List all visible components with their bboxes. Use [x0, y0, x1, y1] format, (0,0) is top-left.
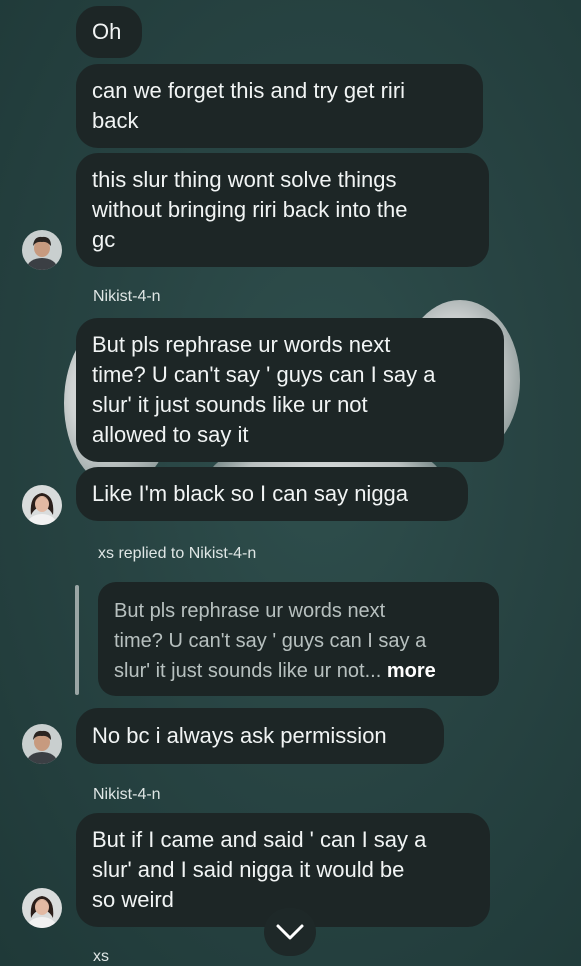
message-text: time? U can't say ' guys can I say a [92, 362, 436, 387]
user-avatar[interactable] [22, 485, 62, 525]
message-bubble[interactable]: Like I'm black so I can say nigga [76, 467, 468, 521]
scroll-to-bottom-button[interactable] [264, 908, 316, 956]
message-text: allowed to say it [92, 422, 249, 447]
quote-bar [75, 585, 79, 695]
message-text: without bringing riri back into the [92, 197, 408, 222]
sender-name: Nikist-4-n [93, 786, 161, 803]
message-bubble[interactable]: Oh [76, 6, 142, 58]
message-text: But if I came and said ' can I say a [92, 827, 427, 852]
sender-name: Nikist-4-n [93, 288, 161, 305]
message-text: this slur thing wont solve things [92, 167, 397, 192]
sender-name: xs [93, 948, 109, 965]
message-text: back [92, 108, 139, 133]
user-avatar[interactable] [22, 888, 62, 928]
message-text: gc [92, 227, 116, 252]
quoted-text: But pls rephrase ur words next [114, 600, 386, 622]
more-link[interactable]: more [387, 660, 436, 682]
message-bubble[interactable]: can we forget this and try get riri back [76, 64, 483, 148]
message-text: No bc i always ask permission [92, 723, 387, 748]
quoted-message[interactable]: But pls rephrase ur words next time? U c… [98, 582, 499, 696]
quoted-text: time? U can't say ' guys can I say a [114, 630, 427, 652]
message-text: Like I'm black so I can say nigga [92, 481, 409, 506]
message-text: slur' it just sounds like ur not [92, 392, 368, 417]
quoted-text: slur' it just sounds like ur not... [114, 660, 382, 682]
chevron-down-icon [276, 924, 304, 940]
message-text: Oh [92, 19, 122, 44]
message-bubble[interactable]: this slur thing wont solve things withou… [76, 153, 489, 267]
message-bubble[interactable]: But pls rephrase ur words next time? U c… [76, 318, 504, 462]
quoted-text-line: slur' it just sounds like ur not... more [114, 656, 483, 686]
user-avatar[interactable] [22, 724, 62, 764]
message-text: But pls rephrase ur words next [92, 332, 391, 357]
message-text: slur' and I said nigga it would be [92, 857, 405, 882]
reply-header: xs replied to Nikist-4-n [98, 545, 257, 562]
message-bubble[interactable]: No bc i always ask permission [76, 708, 444, 764]
message-text: can we forget this and try get riri [92, 78, 406, 103]
user-avatar[interactable] [22, 230, 62, 270]
